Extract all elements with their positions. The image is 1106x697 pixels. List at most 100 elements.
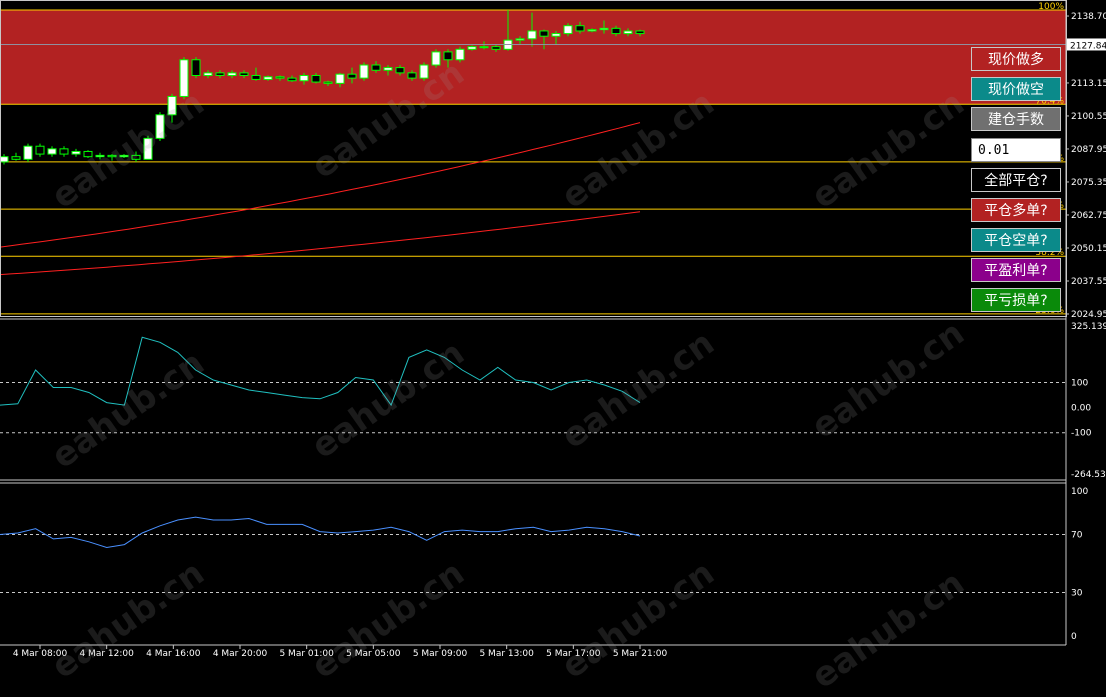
candle-body	[455, 48, 465, 61]
close-loss-button[interactable]: 平亏损单?	[971, 288, 1061, 312]
candle-body	[467, 46, 477, 50]
candle-body	[587, 29, 597, 32]
price-axis-label: 2062.75	[1071, 211, 1106, 221]
candle-body	[359, 64, 369, 79]
candle-body	[71, 150, 81, 155]
price-axis-label: 2075.35	[1071, 178, 1106, 188]
close-all-button[interactable]: 全部平仓?	[971, 168, 1061, 192]
candle-body	[551, 33, 561, 37]
chart-canvas[interactable]: 100%76.4%61.8%50%38.2%23.6% 2127.84 2138.…	[0, 0, 1106, 661]
candle-body	[95, 154, 105, 158]
candle-body	[179, 59, 189, 97]
candle-body	[287, 77, 297, 82]
time-axis-label: 4 Mar 12:00	[79, 649, 134, 659]
indicator-axis-label: 30	[1071, 589, 1083, 599]
candle-body	[443, 51, 453, 61]
time-axis-label: 4 Mar 16:00	[146, 649, 201, 659]
cci-line	[0, 336, 641, 407]
candle-body	[407, 72, 417, 79]
fib-level-label: 100%	[1038, 2, 1064, 12]
candle-body	[491, 46, 501, 50]
candle-body	[431, 51, 441, 66]
moving-average-line	[0, 211, 641, 276]
time-axis-label: 5 Mar 17:00	[546, 649, 601, 659]
time-axis-label: 5 Mar 21:00	[613, 649, 668, 659]
candle-body	[11, 156, 21, 160]
main-price-pane: 100%76.4%61.8%50%38.2%23.6%	[0, 2, 1066, 316]
price-axis-label: 2024.95	[1071, 310, 1106, 320]
price-axis-label: 2037.55	[1071, 277, 1106, 287]
moving-average-line	[0, 122, 641, 248]
candle-body	[23, 145, 33, 160]
candle-body	[539, 30, 549, 37]
close-buy-button[interactable]: 平仓多单?	[971, 198, 1061, 222]
candle-body	[0, 156, 9, 163]
candle-body	[215, 72, 225, 76]
sell-market-button[interactable]: 现价做空	[971, 77, 1061, 101]
candle-body	[191, 59, 201, 76]
candle-body	[83, 150, 93, 158]
price-axis-label: 2050.15	[1071, 244, 1106, 254]
candle-body	[59, 148, 69, 155]
candle-body	[563, 25, 573, 35]
candle-body	[119, 154, 129, 158]
indicator-axis-label: 0	[1071, 632, 1077, 642]
candle-body	[611, 27, 621, 35]
candle-body	[35, 145, 45, 155]
candle-body	[335, 73, 345, 84]
close-sell-button[interactable]: 平仓空单?	[971, 228, 1061, 252]
lot-size-input[interactable]: 0.01	[971, 138, 1061, 162]
close-profit-button[interactable]: 平盈利单?	[971, 258, 1061, 282]
candle-body	[263, 76, 273, 80]
time-axis-label: 4 Mar 08:00	[13, 649, 68, 659]
time-axis-label: 5 Mar 05:00	[346, 649, 401, 659]
current-price-label: 2127.84	[1070, 41, 1106, 51]
candle-body	[155, 114, 165, 139]
indicator-axis-label: -264.538	[1071, 470, 1106, 480]
candle-body	[635, 30, 645, 35]
time-axis-label: 4 Mar 20:00	[213, 649, 268, 659]
time-axis-label: 5 Mar 13:00	[479, 649, 534, 659]
candle-body	[167, 95, 177, 116]
candle-body	[599, 27, 609, 31]
cci-indicator-pane	[0, 336, 1066, 434]
indicator-axis-label: 100	[1071, 487, 1088, 497]
candle-body	[143, 137, 153, 160]
price-axis-label: 2138.70	[1071, 12, 1106, 22]
candle-body	[251, 74, 261, 80]
candle-body	[383, 67, 393, 71]
price-axis-label: 2087.95	[1071, 145, 1106, 155]
candle-body	[311, 74, 321, 83]
buy-market-button[interactable]: 现价做多	[971, 47, 1061, 71]
indicator-axis-label: 325.1399	[1071, 322, 1106, 332]
candle-body	[47, 148, 57, 155]
candle-body	[371, 64, 381, 71]
fib-zone-rect	[0, 10, 1066, 105]
indicator-axis-label: 100	[1071, 379, 1088, 389]
candle-body	[299, 74, 309, 82]
indicator-axis-label: 0.00	[1071, 404, 1091, 414]
candle-body	[515, 38, 525, 41]
candle-body	[203, 72, 213, 76]
candle-body	[107, 154, 117, 158]
candle-body	[419, 64, 429, 79]
candle-body	[323, 81, 333, 84]
candle-body	[239, 72, 249, 76]
candle-body	[347, 73, 357, 79]
time-axis-label: 5 Mar 01:00	[279, 649, 334, 659]
candle-body	[527, 30, 537, 40]
candle-body	[623, 30, 633, 35]
candle-body	[227, 72, 237, 76]
indicator-axis-label: -100	[1071, 429, 1092, 439]
lot-size-label: 建仓手数	[971, 107, 1061, 131]
candle-body	[131, 154, 141, 160]
rsi-indicator-pane	[0, 516, 1066, 593]
price-axis-label: 2100.55	[1071, 112, 1106, 122]
candle-body	[575, 25, 585, 32]
time-axis-label: 5 Mar 09:00	[413, 649, 468, 659]
candle-body	[275, 76, 285, 79]
rsi-line	[0, 516, 641, 549]
candle-body	[395, 67, 405, 74]
candle-body	[479, 46, 489, 49]
indicator-axis-label: 70	[1071, 531, 1083, 541]
